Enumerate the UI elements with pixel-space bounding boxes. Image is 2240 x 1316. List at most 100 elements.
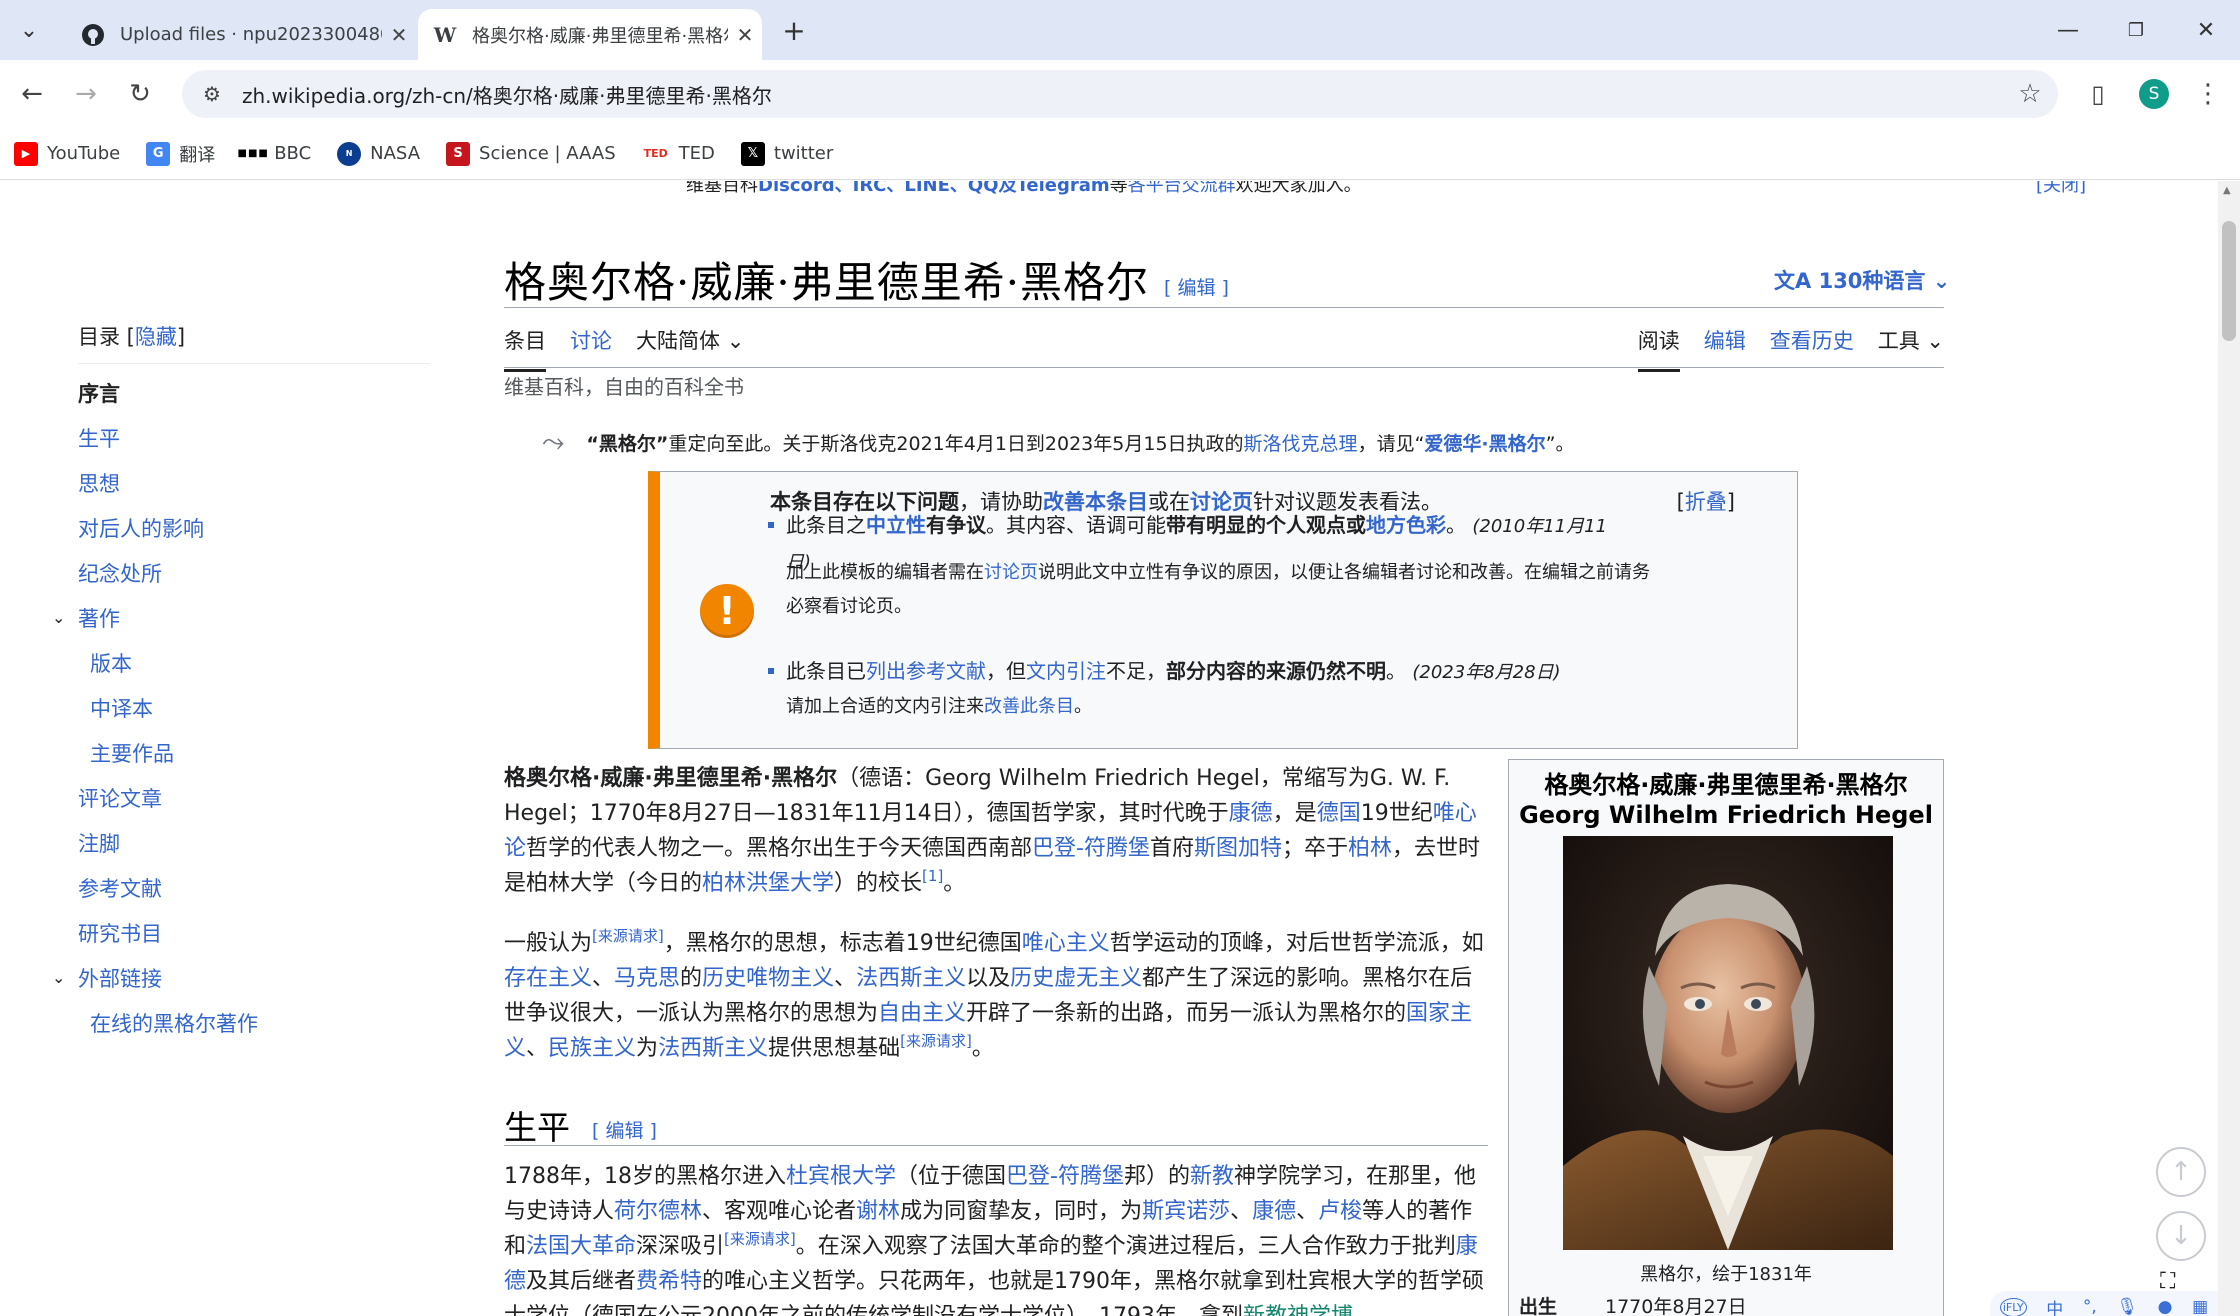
microphone-icon[interactable]: 🎙: [2116, 1297, 2138, 1316]
link[interactable]: 康德: [1229, 801, 1273, 826]
toc-item[interactable]: 思想: [78, 460, 428, 505]
link[interactable]: 柏林洪堡大学: [702, 871, 834, 896]
bookmark-translate[interactable]: G 翻译: [146, 141, 215, 167]
link[interactable]: 历史唯物主义: [702, 966, 834, 991]
link[interactable]: 荷尔德林: [614, 1199, 702, 1224]
link[interactable]: 文内引注: [1026, 659, 1106, 683]
grid-icon[interactable]: ▦: [2192, 1297, 2208, 1316]
link[interactable]: 改善此条目: [984, 696, 1074, 717]
toc-item[interactable]: 评论文章: [78, 775, 428, 820]
link[interactable]: 中立性: [866, 513, 926, 537]
tab-search-chevron-icon[interactable]: ⌄: [0, 10, 58, 50]
link[interactable]: 法国大革命: [526, 1234, 636, 1259]
url-text[interactable]: zh.wikipedia.org/zh-cn/格奥尔格·威廉·弗里德里希·黑格尔: [242, 80, 2002, 109]
reference-link[interactable]: [1]: [922, 867, 943, 885]
link[interactable]: 斯宾诺莎: [1142, 1199, 1230, 1224]
ime-mode[interactable]: 中: [2046, 1295, 2063, 1316]
toc-item[interactable]: ⌄ 外部链接: [52, 955, 428, 1000]
title-edit-link[interactable]: [ 编辑 ]: [1164, 273, 1229, 300]
bookmark-science[interactable]: S Science | AAAS: [446, 141, 616, 166]
toc-item[interactable]: 生平: [78, 415, 428, 460]
bookmark-ted[interactable]: TED TED: [642, 142, 715, 166]
toc-item[interactable]: 主要作品: [78, 730, 428, 775]
link[interactable]: 讨论页: [984, 562, 1038, 583]
link[interactable]: 历史虚无主义: [1010, 966, 1142, 991]
toc-item[interactable]: 参考文献: [78, 865, 428, 910]
link[interactable]: 爱德华·黑格尔: [1424, 429, 1545, 456]
scroll-up-icon[interactable]: ↑: [2156, 1147, 2206, 1197]
chevron-down-icon[interactable]: ⌄: [52, 608, 65, 627]
window-close-icon[interactable]: ✕: [2176, 10, 2236, 50]
link[interactable]: 法西斯主义: [856, 966, 966, 991]
link[interactable]: 杜宾根大学: [786, 1164, 896, 1189]
scrollbar-thumb[interactable]: [2222, 221, 2236, 341]
link[interactable]: 地方色彩: [1366, 513, 1446, 537]
side-panel-icon[interactable]: ▯: [2076, 72, 2120, 116]
community-links[interactable]: Discord、IRC、LINE、QQ及Telegram: [758, 181, 1110, 196]
bookmark-star-icon[interactable]: ☆: [2002, 79, 2058, 109]
close-tab-icon[interactable]: ✕: [728, 23, 762, 47]
new-tab-icon[interactable]: +: [764, 10, 824, 50]
link[interactable]: 唯心主义: [1022, 931, 1110, 956]
user-icon[interactable]: ●: [2158, 1297, 2173, 1316]
bookmark-twitter[interactable]: 𝕏 twitter: [740, 141, 833, 166]
tab-wikipedia[interactable]: W 格奥尔格·威廉·弗里德里希·黑格尔 ✕: [418, 9, 762, 60]
close-notice-link[interactable]: [关闭]: [2036, 181, 2086, 197]
close-tab-icon[interactable]: ✕: [382, 23, 416, 47]
link[interactable]: 存在主义: [504, 966, 592, 991]
link[interactable]: 斯图加特: [1194, 836, 1282, 861]
link[interactable]: 费希特: [636, 1269, 702, 1294]
citation-needed-link[interactable]: [来源请求]: [724, 1230, 796, 1248]
profile-avatar[interactable]: S: [2132, 72, 2176, 116]
citation-needed-link[interactable]: [来源请求]: [900, 1032, 972, 1050]
restore-icon[interactable]: ❐: [2106, 10, 2166, 50]
link[interactable]: 巴登-符腾堡: [1032, 836, 1150, 861]
tab-article[interactable]: 条目: [504, 325, 546, 372]
scroll-up-arrow-icon[interactable]: ▲: [2223, 185, 2231, 196]
tab-edit[interactable]: 编辑: [1704, 325, 1746, 372]
link[interactable]: 康德: [1252, 1199, 1296, 1224]
site-settings-icon[interactable]: ⚙: [182, 82, 242, 106]
link[interactable]: 自由主义: [878, 1001, 966, 1026]
toc-item[interactable]: 注脚: [78, 820, 428, 865]
portrait-image[interactable]: [1563, 836, 1893, 1250]
link[interactable]: 斯洛伐克总理: [1244, 429, 1358, 456]
toc-item[interactable]: 在线的黑格尔著作: [78, 1000, 428, 1045]
link[interactable]: 新教: [1190, 1164, 1234, 1189]
tab-talk[interactable]: 讨论: [570, 325, 612, 372]
minimize-icon[interactable]: —: [2038, 10, 2098, 50]
bookmark-youtube[interactable]: ▶ YouTube: [14, 141, 120, 166]
address-bar[interactable]: ⚙ zh.wikipedia.org/zh-cn/格奥尔格·威廉·弗里德里希·黑…: [182, 70, 2058, 118]
toc-hide-link[interactable]: 隐藏: [135, 325, 177, 349]
toc-item[interactable]: ⌄ 著作: [52, 595, 428, 640]
link[interactable]: 民族主义: [548, 1036, 636, 1061]
link[interactable]: 德国: [1317, 801, 1361, 826]
toc-item[interactable]: 研究书目: [78, 910, 428, 955]
link[interactable]: 列出参考文献: [866, 659, 986, 683]
link[interactable]: 卢梭: [1318, 1199, 1362, 1224]
tab-read[interactable]: 阅读: [1637, 325, 1680, 372]
link[interactable]: 马克思: [614, 966, 680, 991]
ime-logo-icon[interactable]: iFLY: [1999, 1297, 2027, 1316]
bookmark-bbc[interactable]: ■■■ BBC: [238, 142, 312, 166]
toc-item[interactable]: 序言: [78, 370, 428, 415]
link[interactable]: 巴登-符腾堡: [1006, 1164, 1124, 1189]
link[interactable]: 谢林: [856, 1199, 900, 1224]
toc-item[interactable]: 中译本: [78, 685, 428, 730]
link[interactable]: 法西斯主义: [658, 1036, 768, 1061]
community-groups-link[interactable]: 各平台交流群: [1128, 181, 1236, 196]
language-selector[interactable]: 文A 130种语言 ⌄: [1774, 265, 1950, 295]
tools-menu[interactable]: 工具 ⌄: [1878, 325, 1944, 372]
chevron-down-icon[interactable]: ⌄: [52, 968, 65, 987]
citation-needed-link[interactable]: [来源请求]: [592, 927, 664, 945]
variant-selector[interactable]: 大陆简体 ⌄: [636, 325, 744, 372]
toc-item[interactable]: 纪念处所: [78, 550, 428, 595]
link[interactable]: 新教神学博: [1243, 1304, 1353, 1316]
scroll-down-icon[interactable]: ↓: [2156, 1211, 2206, 1261]
ime-punct-icon[interactable]: °,: [2083, 1297, 2097, 1316]
section-edit-link[interactable]: [ 编辑 ]: [592, 1116, 657, 1143]
back-icon[interactable]: ←: [10, 72, 54, 116]
tab-history[interactable]: 查看历史: [1770, 325, 1854, 372]
reload-icon[interactable]: ↻: [118, 72, 162, 116]
menu-icon[interactable]: ⋮: [2186, 72, 2230, 116]
